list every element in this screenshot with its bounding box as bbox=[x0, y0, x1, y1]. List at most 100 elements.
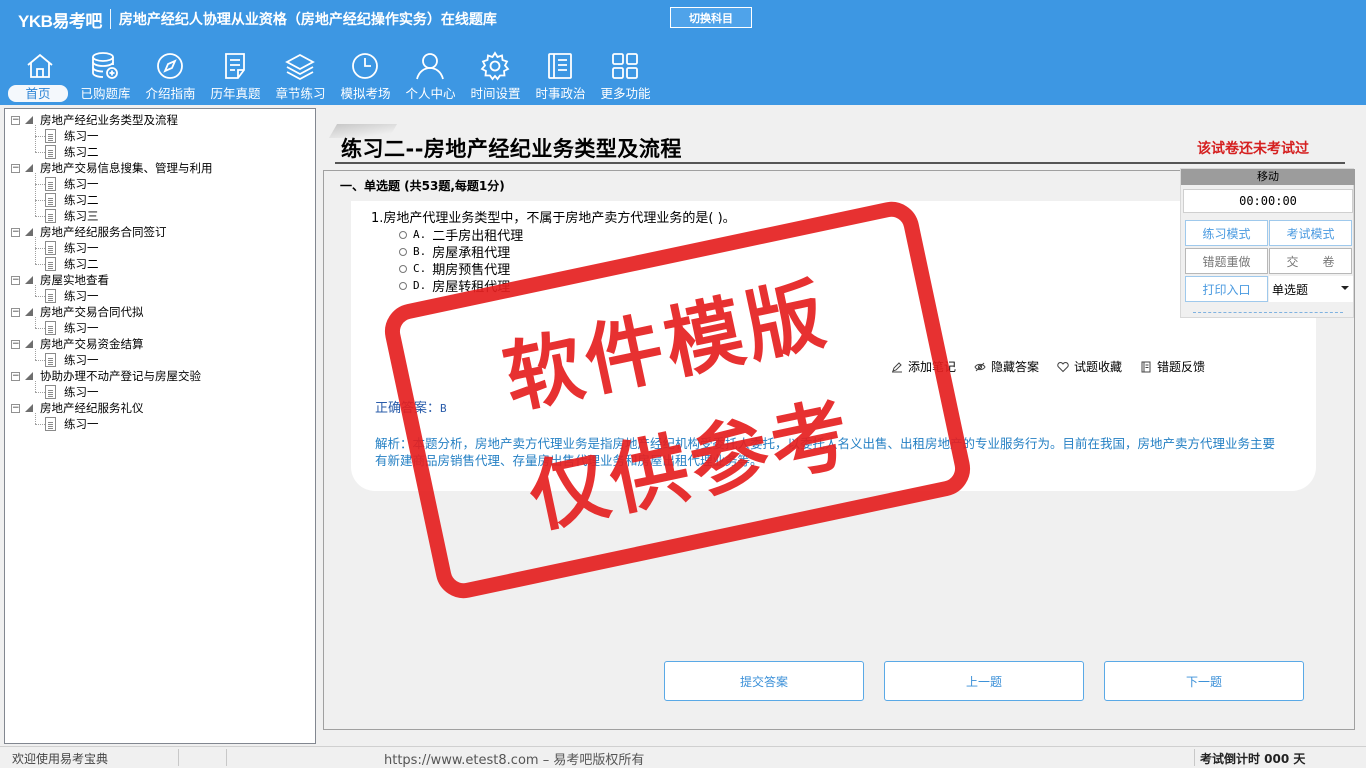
print-entry-button[interactable]: 打印入口 bbox=[1185, 276, 1268, 302]
nav-chapter-practice[interactable]: 章节练习 bbox=[268, 48, 333, 102]
tree-exercise-label: 练习一 bbox=[64, 417, 99, 431]
exam-control-panel: 移动 00:00:00 练习模式 考试模式 错题重做 交 卷 打印入口 单选题 bbox=[1180, 168, 1355, 318]
tree-chapter[interactable]: − 房地产交易信息搜集、管理与利用 bbox=[11, 160, 213, 176]
nav-time-settings[interactable]: 时间设置 bbox=[463, 48, 528, 102]
tree-chapter[interactable]: − 房地产经纪业务类型及流程 bbox=[11, 112, 178, 128]
tree-exercise[interactable]: 练习一 bbox=[45, 352, 99, 368]
favorite-action[interactable]: 试题收藏 bbox=[1057, 358, 1122, 375]
collapse-toggle-icon[interactable]: − bbox=[11, 227, 20, 237]
radio-button[interactable] bbox=[399, 230, 407, 239]
hand-in-button[interactable]: 交 卷 bbox=[1269, 248, 1352, 274]
tree-exercise[interactable]: 练习二 bbox=[45, 256, 99, 272]
option-letter: A. bbox=[413, 228, 427, 241]
tree-connector bbox=[35, 152, 45, 153]
exam-status-text: 该试卷还未考试过 bbox=[1197, 141, 1309, 157]
nav-guide[interactable]: 介绍指南 bbox=[138, 48, 203, 102]
hide-answer-action[interactable]: 隐藏答案 bbox=[974, 358, 1039, 375]
feedback-action[interactable]: 错题反馈 bbox=[1140, 358, 1205, 375]
tree-chapter-label: 房地产经纪业务类型及流程 bbox=[40, 113, 178, 127]
tree-exercise[interactable]: 练习一 bbox=[45, 288, 99, 304]
tree-chapter-label: 房地产经纪服务礼仪 bbox=[40, 401, 144, 415]
scroll-left-arrow-icon[interactable]: ◀ bbox=[327, 727, 344, 729]
practice-mode-button[interactable]: 练习模式 bbox=[1185, 220, 1268, 246]
scroll-right-arrow-icon[interactable]: ▶ bbox=[1336, 727, 1353, 729]
tree-connector bbox=[35, 381, 36, 392]
tree-chapter[interactable]: − 房地产交易资金结算 bbox=[11, 336, 144, 352]
tree-connector bbox=[35, 317, 36, 328]
tree-exercise[interactable]: 练习二 bbox=[45, 192, 99, 208]
tree-chapter[interactable]: − 房地产交易合同代拟 bbox=[11, 304, 144, 320]
user-icon bbox=[416, 53, 444, 80]
tree-chapter[interactable]: − 房屋实地查看 bbox=[11, 272, 109, 288]
nav-past-exams[interactable]: 历年真题 bbox=[203, 48, 268, 102]
tree-exercise[interactable]: 练习一 bbox=[45, 320, 99, 336]
exam-countdown: 考试倒计时 000 天 bbox=[1200, 752, 1306, 766]
tree-exercise-label: 练习二 bbox=[64, 193, 99, 207]
switch-subject-button[interactable]: 切换科目 bbox=[670, 7, 752, 28]
database-icon bbox=[92, 52, 118, 79]
document-icon bbox=[45, 193, 56, 207]
nav-personal-center[interactable]: 个人中心 bbox=[398, 48, 463, 102]
title-underline bbox=[335, 162, 1345, 164]
tree-connector bbox=[35, 349, 36, 360]
clock-icon bbox=[352, 53, 378, 79]
tree-connector bbox=[35, 413, 36, 424]
scrollbar-thumb[interactable] bbox=[345, 729, 1335, 730]
app-logo: YKB易考吧 bbox=[18, 11, 102, 31]
nav-home[interactable]: 首页 bbox=[8, 48, 73, 102]
status-divider bbox=[178, 749, 179, 766]
tree-chapter-label: 房屋实地查看 bbox=[40, 273, 109, 287]
move-handle[interactable]: 移动 bbox=[1181, 169, 1355, 185]
tree-exercise[interactable]: 练习二 bbox=[45, 144, 99, 160]
collapse-toggle-icon[interactable]: − bbox=[11, 371, 20, 381]
tree-exercise-label: 练习一 bbox=[64, 289, 99, 303]
nav-purchased-label: 已购题库 bbox=[80, 86, 131, 101]
redo-wrong-button[interactable]: 错题重做 bbox=[1185, 248, 1268, 274]
nav-purchased[interactable]: 已购题库 bbox=[73, 48, 138, 102]
collapse-toggle-icon[interactable]: − bbox=[11, 163, 20, 173]
folder-triangle-icon bbox=[25, 404, 33, 412]
collapse-toggle-icon[interactable]: − bbox=[11, 275, 20, 285]
folder-triangle-icon bbox=[25, 276, 33, 284]
tree-chapter-label: 房地产经纪服务合同签订 bbox=[40, 225, 167, 239]
nav-more-functions[interactable]: 更多功能 bbox=[593, 48, 658, 102]
tree-exercise[interactable]: 练习一 bbox=[45, 384, 99, 400]
tree-exercise[interactable]: 练习一 bbox=[45, 128, 99, 144]
radio-button[interactable] bbox=[399, 247, 407, 256]
nav-current-affairs[interactable]: 时事政治 bbox=[528, 48, 593, 102]
tree-connector bbox=[35, 136, 45, 137]
folder-triangle-icon bbox=[25, 164, 33, 172]
tree-connector bbox=[35, 125, 36, 152]
collapse-toggle-icon[interactable]: − bbox=[11, 307, 20, 317]
tree-chapter-label: 房地产交易资金结算 bbox=[40, 337, 144, 351]
collapse-toggle-icon[interactable]: − bbox=[11, 339, 20, 349]
panel-divider bbox=[1193, 312, 1343, 313]
collapse-toggle-icon[interactable]: − bbox=[11, 403, 20, 413]
paper-header: 练习二--房地产经纪业务类型及流程 该试卷还未考试过 bbox=[323, 108, 1355, 168]
collapse-toggle-icon[interactable]: − bbox=[11, 115, 20, 125]
question-type-select[interactable]: 单选题 bbox=[1269, 276, 1353, 302]
horizontal-scrollbar[interactable]: ◀ ▶ bbox=[327, 727, 1353, 730]
hide-answer-label: 隐藏答案 bbox=[991, 360, 1040, 374]
tree-exercise[interactable]: 练习一 bbox=[45, 176, 99, 192]
next-question-button[interactable]: 下一题 bbox=[1104, 661, 1304, 701]
submit-answer-button[interactable]: 提交答案 bbox=[664, 661, 864, 701]
heart-icon bbox=[1057, 361, 1069, 372]
tree-exercise[interactable]: 练习三 bbox=[45, 208, 99, 224]
tree-exercise-label: 练习二 bbox=[64, 145, 99, 159]
document-icon bbox=[45, 417, 56, 431]
tree-exercise[interactable]: 练习一 bbox=[45, 240, 99, 256]
folder-triangle-icon bbox=[25, 372, 33, 380]
tree-chapter[interactable]: − 房地产经纪服务礼仪 bbox=[11, 400, 144, 416]
exam-mode-button[interactable]: 考试模式 bbox=[1269, 220, 1352, 246]
nav-mock-exam[interactable]: 模拟考场 bbox=[333, 48, 398, 102]
question-text: 1.房地产代理业务类型中，不属于房地产卖方代理业务的是( )。 bbox=[371, 211, 736, 226]
previous-question-button[interactable]: 上一题 bbox=[884, 661, 1084, 701]
tree-exercise-label: 练习一 bbox=[64, 353, 99, 367]
tree-connector bbox=[35, 184, 45, 185]
tree-chapter[interactable]: − 协助办理不动产登记与房屋交验 bbox=[11, 368, 201, 384]
radio-button[interactable] bbox=[399, 264, 407, 273]
tree-exercise[interactable]: 练习一 bbox=[45, 416, 99, 432]
folder-triangle-icon bbox=[25, 308, 33, 316]
radio-button[interactable] bbox=[399, 281, 407, 290]
